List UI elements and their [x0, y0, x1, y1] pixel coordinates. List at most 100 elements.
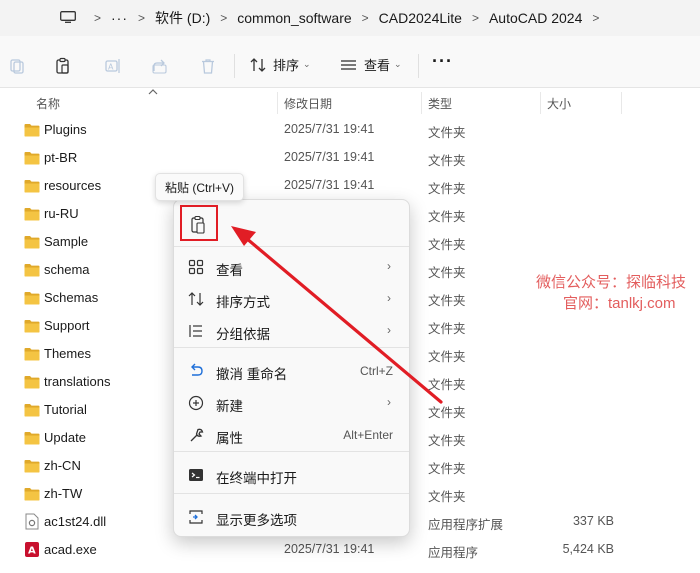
folder-icon: [24, 488, 40, 501]
delete-trash-icon[interactable]: [199, 57, 217, 75]
breadcrumb-overflow-button[interactable]: ···: [111, 10, 128, 26]
file-type: 应用程序: [428, 546, 479, 560]
file-type: 文件夹: [428, 490, 466, 504]
menu-item-group-by[interactable]: 分组依据 ›: [178, 315, 407, 347]
file-name: schema: [44, 262, 90, 277]
menu-item-undo[interactable]: 撤消 重命名 Ctrl+Z: [178, 355, 407, 387]
view-button[interactable]: 查看 ⌄: [340, 55, 402, 74]
menu-item-label: 查看: [216, 263, 243, 278]
column-divider[interactable]: [621, 92, 622, 114]
menu-item-more-options[interactable]: 显示更多选项: [178, 501, 407, 533]
view-label: 查看: [364, 58, 391, 73]
svg-text:A: A: [28, 546, 36, 557]
menu-item-shortcut: Alt+Enter: [343, 428, 393, 442]
file-type: 文件夹: [428, 210, 466, 224]
sort-icon: [188, 292, 204, 306]
file-row[interactable]: resources 2025/7/31 19:41 文件夹: [0, 172, 700, 200]
file-type: 文件夹: [428, 294, 466, 308]
file-date: 2025/7/31 19:41: [284, 178, 375, 192]
folder-icon: [24, 208, 40, 221]
context-menu: 查看 › 排序方式 › 分组依据 › 撤消 重命名 Ctrl+Z 新建 › 属性 Alt+Enter 在…: [173, 199, 410, 537]
column-name[interactable]: 名称: [36, 95, 60, 112]
column-divider[interactable]: [277, 92, 278, 114]
share-icon[interactable]: [151, 57, 169, 75]
chevron-down-icon: ⌄: [303, 59, 311, 69]
breadcrumb-chevron-icon[interactable]: >: [94, 11, 101, 25]
file-type: 文件夹: [428, 462, 466, 476]
breadcrumb-chevron-icon[interactable]: >: [362, 11, 369, 25]
file-name: zh-CN: [44, 458, 81, 473]
file-date: 2025/7/31 19:41: [284, 542, 375, 556]
breadcrumb-chevron-icon[interactable]: >: [138, 11, 145, 25]
file-name: Themes: [44, 346, 91, 361]
menu-item-grid-view[interactable]: 查看 ›: [178, 251, 407, 283]
file-type: 文件夹: [428, 126, 466, 140]
breadcrumb-chevron-icon[interactable]: >: [592, 11, 599, 25]
chevron-right-icon: ›: [387, 395, 391, 409]
file-name: resources: [44, 178, 102, 193]
file-name: Sample: [44, 234, 89, 249]
cut-icon[interactable]: [8, 57, 26, 75]
menu-item-new[interactable]: 新建 ›: [178, 387, 407, 419]
list-view-icon: [341, 59, 356, 70]
file-row[interactable]: Plugins 2025/7/31 19:41 文件夹: [0, 116, 700, 144]
sort-button[interactable]: 排序 ⌄: [250, 55, 311, 74]
breadcrumb-chevron-icon[interactable]: >: [472, 11, 479, 25]
file-name: acad.exe: [44, 542, 97, 557]
sort-arrows-icon: [250, 57, 266, 72]
folder-icon: [24, 264, 40, 277]
column-date[interactable]: 修改日期: [284, 95, 332, 112]
this-pc-monitor-icon[interactable]: [60, 11, 76, 23]
folder-icon: [24, 376, 40, 389]
file-type: 文件夹: [428, 182, 466, 196]
folder-icon: [24, 460, 40, 473]
dll-file-icon: [25, 513, 39, 530]
breadcrumb-item-drive[interactable]: 软件 (D:): [155, 8, 210, 28]
column-header: 名称 修改日期 类型 大小: [0, 88, 700, 116]
folder-icon: [24, 432, 40, 445]
toolbar-divider: [418, 54, 419, 78]
terminal-icon: [189, 469, 203, 481]
more-options-icon: [189, 510, 203, 524]
column-type[interactable]: 类型: [428, 95, 452, 112]
file-type: 文件夹: [428, 434, 466, 448]
more-options-button[interactable]: ···: [432, 51, 453, 72]
menu-item-properties-wrench[interactable]: 属性 Alt+Enter: [178, 419, 407, 451]
file-name: ru-RU: [44, 206, 79, 221]
menu-item-sort[interactable]: 排序方式 ›: [178, 283, 407, 315]
file-row[interactable]: pt-BR 2025/7/31 19:41 文件夹: [0, 144, 700, 172]
menu-item-terminal[interactable]: 在终端中打开: [178, 459, 407, 491]
breadcrumb-item-autocad-2024[interactable]: AutoCAD 2024: [489, 10, 582, 26]
column-divider[interactable]: [421, 92, 422, 114]
menu-divider: [174, 347, 409, 348]
paste-clipboard-icon[interactable]: [54, 57, 72, 75]
menu-item-label: 新建: [216, 399, 243, 414]
file-name: Plugins: [44, 122, 87, 137]
chevron-right-icon: ›: [387, 323, 391, 337]
autocad-app-icon: A: [25, 542, 39, 557]
file-name: ac1st24.dll: [44, 514, 107, 529]
watermark-website: 官网：tanlkj.com: [563, 295, 676, 312]
file-type: 文件夹: [428, 378, 466, 392]
column-size[interactable]: 大小: [547, 95, 571, 112]
group-by-icon: [189, 325, 202, 337]
file-name: Tutorial: [44, 402, 87, 417]
svg-text:A: A: [108, 63, 114, 72]
undo-icon: [191, 363, 203, 376]
file-row[interactable]: Aacad.exe 2025/7/31 19:41 应用程序 5,424 KB: [0, 536, 700, 564]
breadcrumb-chevron-icon[interactable]: >: [220, 11, 227, 25]
file-name: Schemas: [44, 290, 99, 305]
file-size: 337 KB: [572, 514, 614, 528]
file-name: pt-BR: [44, 150, 78, 165]
breadcrumb-item-common-software[interactable]: common_software: [237, 10, 351, 26]
folder-icon: [24, 320, 40, 333]
command-bar: A 排序 ⌄ 查看 ⌄ ···: [0, 36, 700, 88]
address-bar[interactable]: > ··· > 软件 (D:) > common_software > CAD2…: [0, 0, 700, 36]
toolbar-divider: [234, 54, 235, 78]
breadcrumb-item-cad2024lite[interactable]: CAD2024Lite: [379, 10, 462, 26]
folder-icon: [24, 404, 40, 417]
menu-divider: [174, 451, 409, 452]
rename-icon[interactable]: A: [104, 57, 122, 75]
folder-icon: [24, 180, 40, 193]
column-divider[interactable]: [540, 92, 541, 114]
